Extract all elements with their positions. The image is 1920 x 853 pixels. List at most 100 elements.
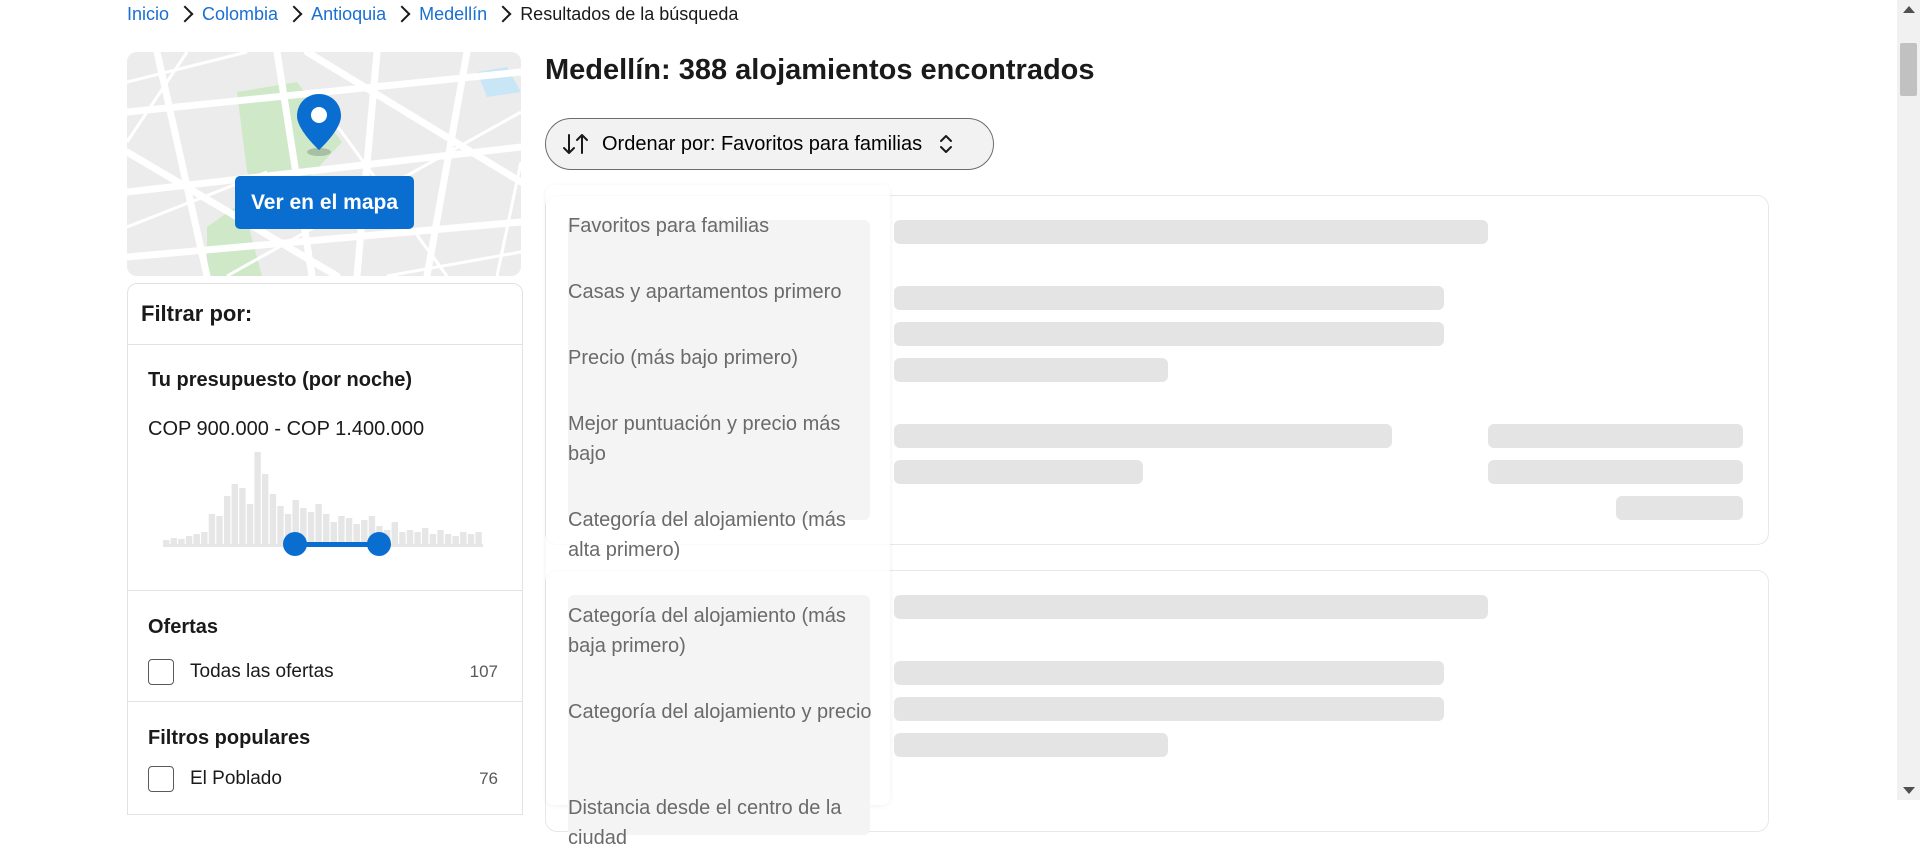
histogram-bar	[208, 514, 216, 544]
histogram-bar	[345, 518, 353, 544]
histogram-bar	[170, 538, 177, 544]
histogram-bar	[452, 536, 459, 544]
skeleton-line	[894, 358, 1168, 382]
scroll-down-arrow-icon[interactable]	[1903, 787, 1915, 794]
option-label: Todas las ofertas	[190, 661, 334, 682]
sort-dropdown: Favoritos para familias Casas y apartame…	[546, 185, 890, 849]
price-histogram	[163, 452, 483, 556]
sort-option-rating-lowest[interactable]: Categoría del alojamiento (más baja prim…	[568, 601, 878, 661]
option-count: 107	[469, 662, 498, 681]
all-offers-checkbox[interactable]	[148, 659, 174, 685]
map-pin-icon	[297, 94, 341, 156]
histogram-bar	[178, 539, 185, 544]
histogram-bar	[406, 530, 414, 544]
sort-arrows-icon	[563, 134, 588, 154]
histogram-bar	[277, 506, 284, 544]
breadcrumb-country[interactable]: Colombia	[202, 4, 278, 25]
map-preview[interactable]: Ver en el mapa	[127, 52, 521, 276]
breadcrumb: Inicio Colombia Antioquia Medellín Resul…	[127, 2, 738, 26]
histogram-bar	[444, 534, 452, 544]
histogram-bar	[330, 522, 337, 544]
budget-filter: Tu presupuesto (por noche) COP 900.000 -…	[128, 345, 522, 591]
histogram-bar	[163, 540, 170, 544]
histogram-bar	[399, 532, 406, 544]
sort-option-best-score-price[interactable]: Mejor puntuación y precio más bajo	[568, 409, 878, 469]
skeleton-line	[894, 424, 1392, 448]
sort-option-family-favorites[interactable]: Favoritos para familias	[568, 211, 878, 241]
histogram-bar	[315, 504, 322, 544]
results-title: Medellín: 388 alojamientos encontrados	[545, 54, 1095, 86]
breadcrumb-current: Resultados de la búsqueda	[520, 3, 739, 24]
popular-heading: Filtros populares	[148, 727, 311, 749]
filters-panel: Filtrar por: Tu presupuesto (por noche) …	[127, 283, 523, 815]
chevron-right-icon	[494, 5, 512, 23]
chevron-right-icon	[285, 5, 303, 23]
breadcrumb-city[interactable]: Medellín	[419, 4, 487, 25]
histogram-bar	[216, 516, 223, 544]
histogram-bar	[246, 504, 254, 544]
page-scrollbar[interactable]	[1897, 0, 1920, 800]
histogram-bar	[254, 452, 261, 544]
filters-title: Filtrar por:	[128, 284, 522, 345]
histogram-bar	[422, 528, 429, 544]
sort-option-homes-first[interactable]: Casas y apartamentos primero	[568, 277, 878, 307]
histogram-bar	[361, 520, 368, 544]
histogram-bar	[429, 534, 437, 544]
histogram-bar	[185, 536, 193, 544]
breadcrumb-region[interactable]: Antioquia	[311, 4, 386, 25]
chevron-up-down-icon	[940, 135, 953, 153]
el-poblado-checkbox[interactable]	[148, 766, 174, 792]
histogram-bar	[231, 484, 238, 544]
histogram-bar	[467, 534, 475, 544]
all-offers-option[interactable]: Todas las ofertas 107	[148, 657, 498, 687]
histogram-bar	[338, 516, 345, 544]
price-slider-min-handle[interactable]	[283, 532, 307, 556]
histogram-bar	[391, 522, 398, 544]
histogram-bar	[193, 534, 200, 544]
skeleton-line	[894, 460, 1143, 484]
skeleton-line	[894, 595, 1488, 619]
budget-range-value: COP 900.000 - COP 1.400.000	[148, 418, 425, 440]
sort-option-rating-highest[interactable]: Categoría del alojamiento (más alta prim…	[568, 505, 878, 565]
histogram-bar	[323, 514, 330, 544]
chevron-right-icon	[393, 5, 411, 23]
histogram-bar	[460, 532, 467, 544]
scrollbar-thumb[interactable]	[1900, 43, 1917, 96]
breadcrumb-home[interactable]: Inicio	[127, 4, 169, 25]
skeleton-line	[894, 697, 1444, 721]
skeleton-line	[1616, 496, 1743, 520]
view-on-map-button[interactable]: Ver en el mapa	[235, 176, 414, 229]
chevron-right-icon	[176, 5, 194, 23]
histogram-bar	[414, 532, 421, 544]
skeleton-line	[894, 286, 1444, 310]
histogram-bar	[307, 512, 315, 544]
histogram-bar	[262, 474, 269, 544]
histogram-bar	[353, 524, 360, 544]
histogram-bar	[269, 494, 277, 544]
budget-heading: Tu presupuesto (por noche)	[148, 369, 413, 391]
sort-option-distance[interactable]: Distancia desde el centro de la ciudad	[568, 793, 878, 853]
option-label: El Poblado	[190, 768, 282, 789]
offers-heading: Ofertas	[148, 616, 219, 638]
popular-filters: Filtros populares El Poblado 76	[128, 702, 522, 822]
price-slider-track	[295, 542, 379, 547]
skeleton-line	[1488, 460, 1743, 484]
skeleton-line	[894, 220, 1488, 244]
histogram-bar	[437, 530, 444, 544]
sort-option-rating-price[interactable]: Categoría del alojamiento y precio	[568, 697, 878, 727]
scroll-up-arrow-icon[interactable]	[1903, 6, 1915, 13]
skeleton-line	[894, 661, 1444, 685]
skeleton-line	[894, 322, 1444, 346]
histogram-bar	[475, 532, 482, 544]
price-slider-max-handle[interactable]	[367, 532, 391, 556]
histogram-bar	[224, 496, 231, 544]
offers-filter: Ofertas Todas las ofertas 107	[128, 591, 522, 702]
skeleton-line	[894, 733, 1168, 757]
histogram-bar	[201, 532, 208, 544]
sort-label: Ordenar por: Favoritos para familias	[602, 132, 923, 155]
skeleton-line	[1488, 424, 1743, 448]
histogram-bar	[239, 488, 246, 544]
sort-option-price-lowest[interactable]: Precio (más bajo primero)	[568, 343, 878, 373]
sort-button[interactable]: Ordenar por: Favoritos para familias	[545, 118, 994, 170]
el-poblado-option[interactable]: El Poblado 76	[148, 764, 498, 794]
